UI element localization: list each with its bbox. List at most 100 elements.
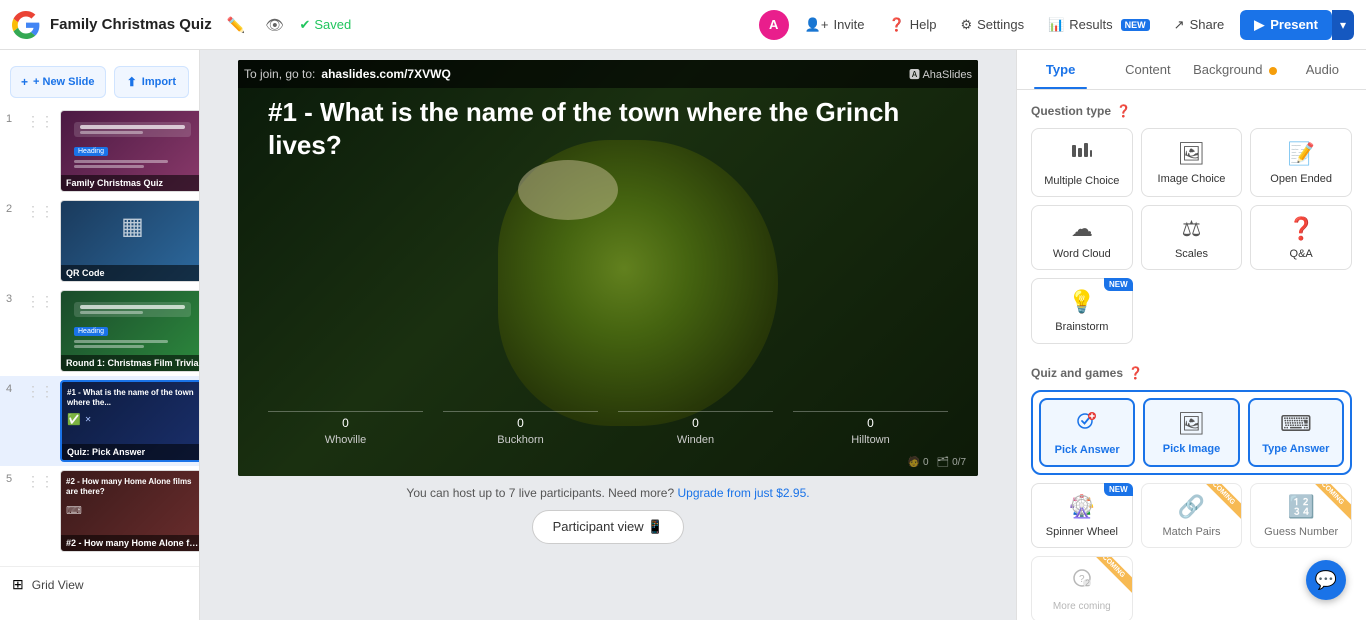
qr-icon: ▦ xyxy=(121,212,144,241)
slide-item[interactable]: 1 ⋮⋮ Heading Family xyxy=(0,106,199,196)
results-button[interactable]: 📊 Results NEW xyxy=(1040,12,1158,38)
type-multiple-choice[interactable]: Multiple Choice xyxy=(1031,128,1133,197)
upgrade-link[interactable]: Upgrade from just $2.95. xyxy=(678,486,810,500)
match-pairs-label: Match Pairs xyxy=(1162,526,1220,539)
chat-icon: 💬 xyxy=(1315,570,1337,591)
quiz-games-grid-bottom: NEW 🎡 Spinner Wheel COMING 🔗 Match Pairs… xyxy=(1031,483,1352,548)
background-dot xyxy=(1269,67,1277,75)
invite-button[interactable]: 👤+ Invite xyxy=(797,12,873,38)
slide5-label: #2 - How many Home Alone films are there… xyxy=(66,538,199,548)
slide2-label: QR Code xyxy=(66,268,199,278)
type-extra-1[interactable]: COMING ? 2 More coming xyxy=(1031,556,1133,620)
join-bar: To join, go to: ahaslides.com/7XVWQ 🅰 Ah… xyxy=(238,60,978,88)
present-button[interactable]: ▶ Present xyxy=(1240,10,1332,40)
participant-view-button[interactable]: Participant view 📱 xyxy=(532,510,685,544)
scales-icon: ⚖ xyxy=(1182,216,1202,242)
plus-icon: + xyxy=(21,75,28,89)
type-brainstorm[interactable]: NEW 💡 Brainstorm xyxy=(1031,278,1133,343)
preview-button[interactable]: 👁 xyxy=(260,13,289,37)
quiz-games-grid-extra: COMING ? 2 More coming xyxy=(1031,556,1352,620)
share-button[interactable]: ↗ Share xyxy=(1166,12,1233,38)
check-icon: ✔ xyxy=(299,17,310,33)
slide-item[interactable]: 5 ⋮⋮ #2 - How many Home Alone films are … xyxy=(0,466,199,556)
tab-content[interactable]: Content xyxy=(1104,50,1191,89)
slide-footer: 🧑 0 🗂 0/7 xyxy=(908,457,966,468)
type-pick-answer[interactable]: Pick Answer xyxy=(1039,398,1135,467)
type-guess-number[interactable]: COMING 🔢 Guess Number xyxy=(1250,483,1352,548)
slide-item[interactable]: 2 ⋮⋮ ▦ QR Code xyxy=(0,196,199,286)
present-dropdown-button[interactable]: ▾ xyxy=(1332,10,1354,40)
help-icon[interactable]: ❓ xyxy=(1116,104,1131,118)
import-button[interactable]: ⬆ Import xyxy=(114,66,189,98)
help-button[interactable]: ❓ Help xyxy=(881,12,945,38)
slide-number: 4 xyxy=(6,380,20,462)
pick-image-label: Pick Image xyxy=(1163,443,1220,456)
slide-thumbnail: Heading Round 1: Christmas Film Trivia xyxy=(60,290,200,372)
navbar: Family Christmas Quiz ✏️ 👁 ✔ Saved A 👤+ … xyxy=(0,0,1366,50)
word-cloud-icon: ☁ xyxy=(1071,216,1093,242)
slide1-badge: Heading xyxy=(74,147,108,156)
new-slide-button[interactable]: + + New Slide xyxy=(10,66,106,98)
drag-handle[interactable]: ⋮⋮ xyxy=(26,110,54,192)
question-type-label: Question type ❓ xyxy=(1031,104,1352,118)
avatar-button[interactable]: A xyxy=(759,10,789,40)
grid-view-icon: ⊞ xyxy=(12,576,24,593)
extra1-coming-badge: COMING xyxy=(1086,556,1132,593)
svg-text:2: 2 xyxy=(1085,578,1090,588)
slide-number: 1 xyxy=(6,110,20,192)
settings-button[interactable]: ⚙ Settings xyxy=(952,12,1032,38)
type-answer-icon: ⌨ xyxy=(1280,411,1312,437)
slide-item-active[interactable]: 4 ⋮⋮ #1 - What is the name of the town w… xyxy=(0,376,199,466)
tab-background[interactable]: Background xyxy=(1192,50,1279,89)
selected-quiz-group: Pick Answer 🖼 Pick Image ⌨ Type Answer xyxy=(1031,390,1352,475)
type-pick-image[interactable]: 🖼 Pick Image xyxy=(1143,398,1239,467)
help-icon: ❓ xyxy=(889,17,905,33)
quiz-games-label: Quiz and games ❓ xyxy=(1031,366,1352,380)
participant-view-label: Participant view 📱 xyxy=(553,519,664,535)
type-open-ended[interactable]: 📝 Open Ended xyxy=(1250,128,1352,197)
guess-number-label: Guess Number xyxy=(1264,526,1338,539)
image-choice-icon: 🖼 xyxy=(1178,141,1206,167)
results-icon: 📊 xyxy=(1048,17,1064,33)
brainstorm-label: Brainstorm xyxy=(1055,321,1108,334)
type-type-answer[interactable]: ⌨ Type Answer xyxy=(1248,398,1344,467)
edit-title-button[interactable]: ✏️ xyxy=(222,13,251,37)
type-image-choice[interactable]: 🖼 Image Choice xyxy=(1141,128,1243,197)
drag-handle[interactable]: ⋮⋮ xyxy=(26,470,54,552)
play-icon: ▶ xyxy=(1254,17,1264,33)
chat-button[interactable]: 💬 xyxy=(1306,560,1346,600)
extra1-label: More coming xyxy=(1053,601,1111,613)
slide-panel: + + New Slide ⬆ Import 1 ⋮⋮ Heading xyxy=(0,50,200,620)
ahaslides-logo: 🅰 AhaSlides xyxy=(909,66,972,82)
drag-handle[interactable]: ⋮⋮ xyxy=(26,200,54,282)
type-scales[interactable]: ⚖ Scales xyxy=(1141,205,1243,270)
type-spinner-wheel[interactable]: NEW 🎡 Spinner Wheel xyxy=(1031,483,1133,548)
scales-label: Scales xyxy=(1175,248,1208,261)
tab-audio[interactable]: Audio xyxy=(1279,50,1366,89)
multiple-choice-icon xyxy=(1070,139,1094,169)
slide3-badge: Heading xyxy=(74,327,108,336)
app-title: Family Christmas Quiz xyxy=(50,16,212,33)
drag-handle[interactable]: ⋮⋮ xyxy=(26,290,54,372)
slide-item[interactable]: 3 ⋮⋮ Heading Round 1 xyxy=(0,286,199,376)
spinner-wheel-label: Spinner Wheel xyxy=(1046,526,1118,539)
slide-number: 2 xyxy=(6,200,20,282)
type-word-cloud[interactable]: ☁ Word Cloud xyxy=(1031,205,1133,270)
type-qna[interactable]: ❓ Q&A xyxy=(1250,205,1352,270)
type-answer-label: Type Answer xyxy=(1262,443,1329,456)
quiz-games-help-icon[interactable]: ❓ xyxy=(1128,366,1143,380)
grid-view-bar[interactable]: ⊞ Grid View xyxy=(0,566,199,602)
import-icon: ⬆ xyxy=(127,75,137,89)
slide-number: 3 xyxy=(6,290,20,372)
extra1-icon: ? 2 xyxy=(1071,567,1093,595)
question-type-grid: Multiple Choice 🖼 Image Choice 📝 Open En… xyxy=(1031,128,1352,344)
slide-number: 5 xyxy=(6,470,20,552)
type-match-pairs[interactable]: COMING 🔗 Match Pairs xyxy=(1141,483,1243,548)
quiz-games-grid-selected: Pick Answer 🖼 Pick Image ⌨ Type Answer xyxy=(1039,398,1344,467)
spinner-wheel-icon: 🎡 xyxy=(1068,494,1095,520)
answers-count: 🗂 0/7 xyxy=(937,457,966,468)
answer-bars: 0 Whoville 0 Buckhorn 0 Winden 0 Hilltow… xyxy=(238,411,978,446)
answer-bar-winden: 0 Winden xyxy=(618,411,773,446)
drag-handle[interactable]: ⋮⋮ xyxy=(26,380,54,462)
tab-type[interactable]: Type xyxy=(1017,50,1104,89)
